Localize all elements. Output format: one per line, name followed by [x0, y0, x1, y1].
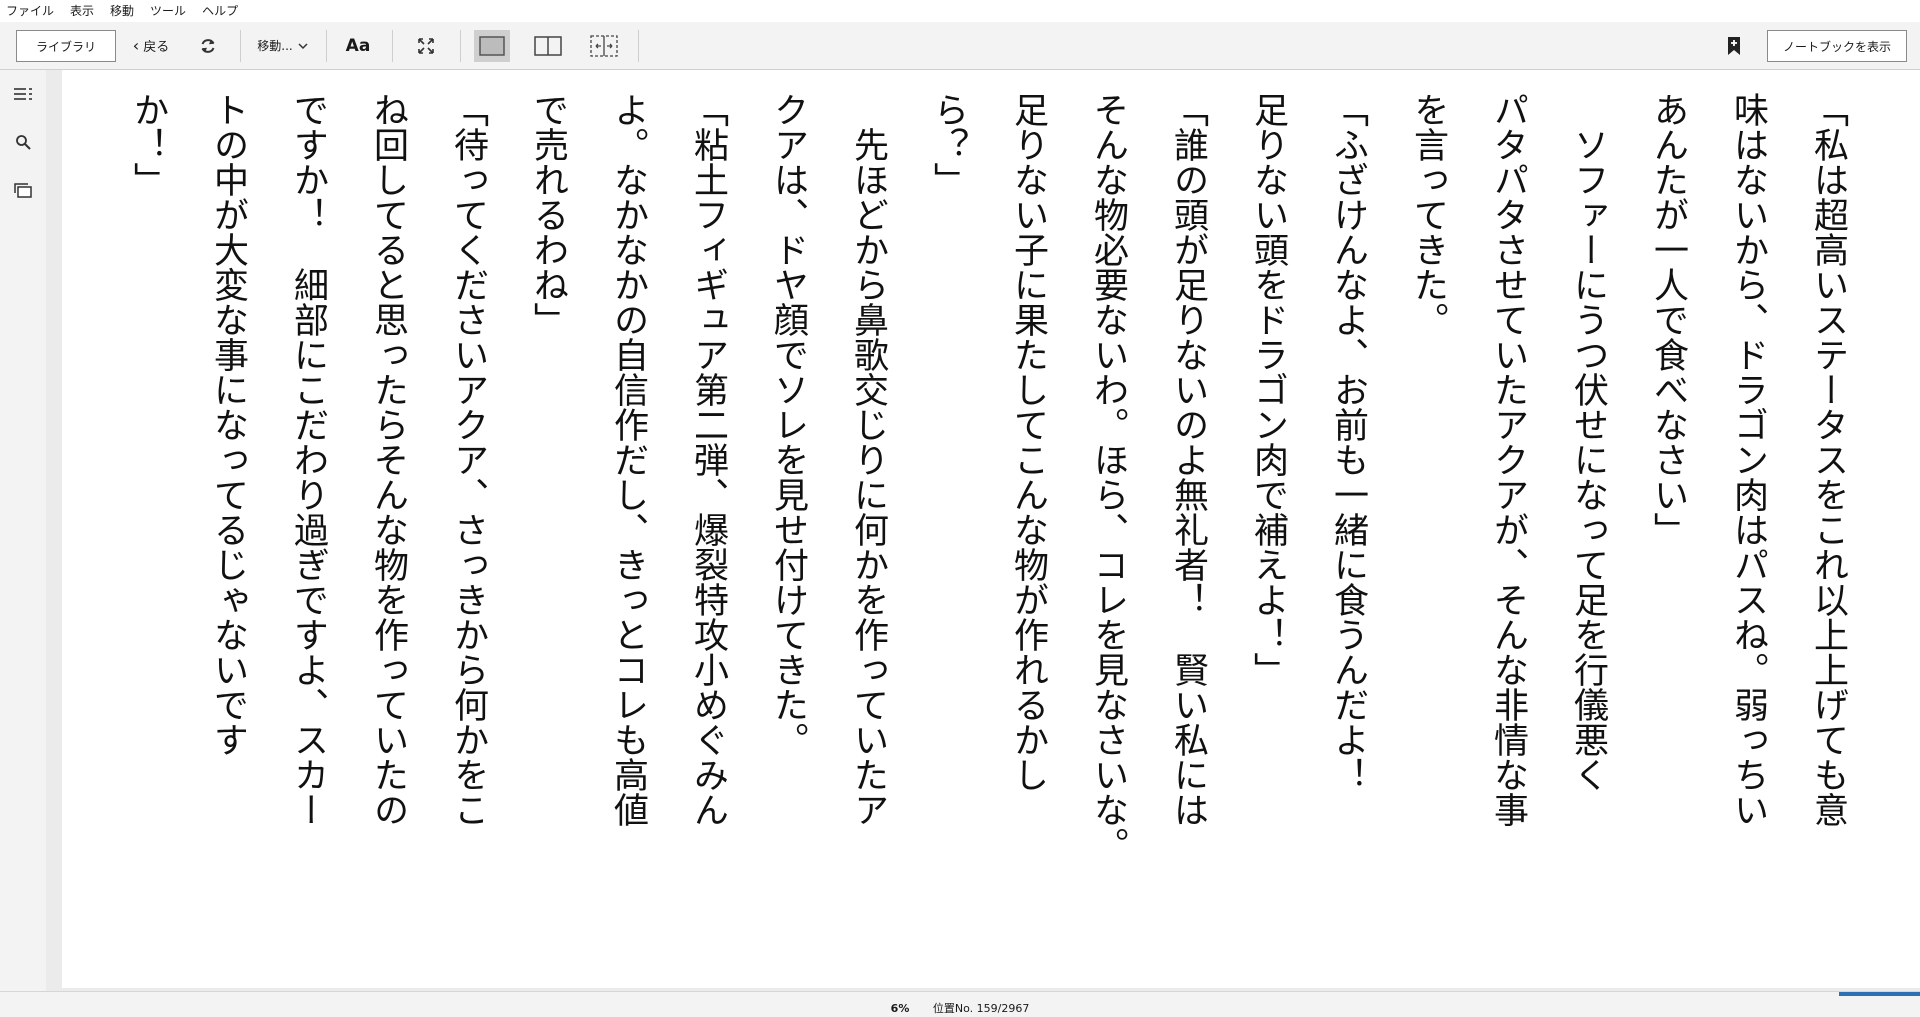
text-column: か！」	[128, 92, 168, 197]
chevron-left-icon: ‹	[132, 36, 140, 55]
menu-view[interactable]: 表示	[62, 0, 102, 22]
font-settings-button[interactable]: Aa	[336, 22, 380, 69]
left-sidebar	[0, 70, 46, 991]
progress-percent: 6%	[890, 1002, 910, 1015]
text-column: 「待ってくださいアクア、さっきから何かをこ	[448, 92, 488, 827]
scroll-view-icon	[590, 34, 618, 57]
toolbar-divider	[392, 30, 393, 62]
search-icon	[16, 135, 31, 150]
menu-file[interactable]: ファイル	[0, 0, 62, 22]
text-column: ね回してると思ったらそんな物を作っていたの	[368, 92, 408, 827]
bookmark-button[interactable]	[1714, 22, 1754, 69]
back-button[interactable]: ‹ 戻る	[126, 22, 176, 69]
text-column: そんな物必要ないわ。ほら、コレを見なさいな。	[1088, 92, 1128, 862]
menu-bar: ファイル 表示 移動 ツール ヘルプ	[0, 0, 1920, 22]
chevron-down-icon	[298, 42, 308, 49]
library-button[interactable]: ライブラリ	[16, 30, 116, 62]
fullscreen-button[interactable]	[404, 22, 448, 69]
text-column: クアは、ドヤ顔でソレを見せ付けてきた。	[768, 92, 808, 757]
flashcards-icon	[14, 183, 32, 198]
text-column: あんたが一人で食べなさい」	[1648, 92, 1688, 547]
goto-menu[interactable]: 移動...	[248, 22, 318, 69]
selected-highlight	[474, 29, 510, 62]
text-column: 「ふざけんなよ、お前も一緒に食うんだよ！	[1328, 92, 1368, 792]
text-column: 足りない子に果たしてこんな物が作れるかし	[1008, 92, 1048, 792]
page-text: 「私は超高いステータスをこれ以上上げても意 味はないから、ドラゴン肉はパスね。弱っ…	[108, 92, 1868, 988]
toolbar: ライブラリ ‹ 戻る 移動... Aa ノートブックを表示	[0, 22, 1920, 70]
text-column: 「私は超高いステータスをこれ以上上げても意	[1808, 92, 1848, 827]
text-column: を言ってきた。	[1408, 92, 1448, 337]
bookmark-icon	[1728, 36, 1740, 55]
text-column: 足りない頭をドラゴン肉で補えよ！」	[1248, 92, 1288, 687]
text-column: 「粘土フィギュア第二弾、爆裂特攻小めぐみん	[688, 92, 728, 827]
fullscreen-icon	[418, 37, 434, 54]
continuous-scroll-button[interactable]	[584, 22, 624, 69]
show-notebook-button[interactable]: ノートブックを表示	[1767, 30, 1907, 62]
text-column: 先ほどから鼻歌交じりに何かを作っていたア	[848, 92, 888, 827]
toolbar-divider	[460, 30, 461, 62]
text-column: トの中が大変な事になってるじゃないです	[208, 92, 248, 757]
table-of-contents-button[interactable]	[0, 76, 46, 112]
two-page-icon	[534, 35, 562, 56]
toolbar-divider	[240, 30, 241, 62]
goto-label: 移動...	[257, 39, 293, 53]
text-column: よ。なかなかの自信作だし、きっとコレも高値	[608, 92, 648, 827]
single-page-view-button[interactable]	[472, 22, 512, 69]
menu-tools[interactable]: ツール	[142, 0, 194, 22]
single-page-icon	[479, 35, 505, 56]
refresh-button[interactable]	[188, 22, 228, 69]
text-column: 味はないから、ドラゴン肉はパスね。弱っちい	[1728, 92, 1768, 827]
toolbar-divider	[638, 30, 639, 62]
status-text: 6% 位置No. 159/2967	[0, 1000, 1920, 1016]
reading-progress-bar	[1839, 992, 1920, 996]
text-column: ら？」	[928, 92, 968, 197]
text-column: 「誰の頭が足りないのよ無礼者！ 賢い私には	[1168, 92, 1208, 827]
book-page[interactable]: 「私は超高いステータスをこれ以上上げても意 味はないから、ドラゴン肉はパスね。弱っ…	[62, 70, 1920, 988]
refresh-icon	[201, 38, 215, 53]
text-column: ソファーにうつ伏せになって足を行儀悪く	[1568, 92, 1608, 792]
location-number: 位置No. 159/2967	[932, 1002, 1030, 1015]
toolbar-divider	[326, 30, 327, 62]
menu-go[interactable]: 移動	[102, 0, 142, 22]
back-label: 戻る	[143, 40, 170, 55]
table-of-contents-icon	[14, 88, 32, 100]
menu-help[interactable]: ヘルプ	[194, 0, 246, 22]
status-bar: 6% 位置No. 159/2967	[0, 991, 1920, 1017]
text-column: パタパタさせていたアクアが、そんな非情な事	[1488, 92, 1528, 827]
search-button[interactable]	[0, 124, 46, 160]
text-column: で売れるわね」	[528, 92, 568, 337]
text-column: ですか！ 細部にこだわり過ぎですよ、スカー	[288, 92, 328, 827]
two-page-view-button[interactable]	[528, 22, 568, 69]
flashcards-button[interactable]	[0, 172, 46, 208]
